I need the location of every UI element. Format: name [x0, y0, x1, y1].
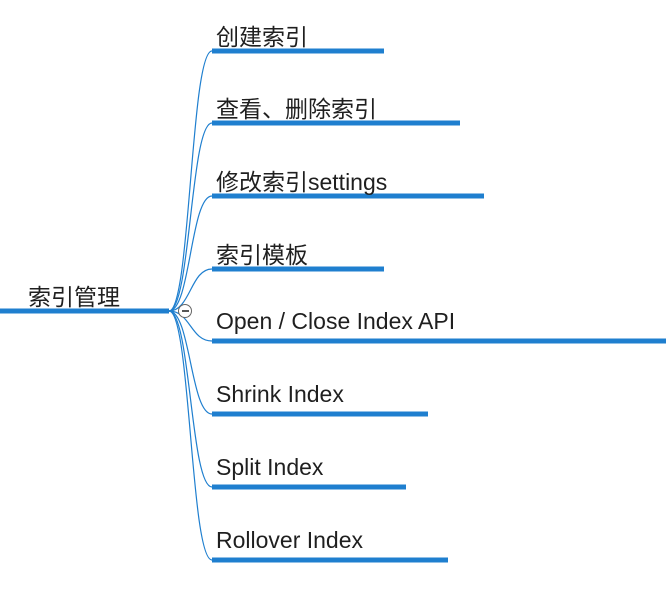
- child-label: 索引模板: [216, 242, 308, 268]
- child-node-7: Rollover Index: [216, 527, 363, 554]
- child-node-2: 修改索引settings: [216, 163, 387, 197]
- child-node-1: 查看、删除索引: [216, 90, 377, 124]
- child-node-0: 创建索引: [216, 18, 308, 52]
- child-label: Open / Close Index API: [216, 308, 455, 334]
- child-label: Rollover Index: [216, 527, 363, 553]
- child-label: 查看、删除索引: [216, 96, 377, 122]
- child-node-5: Shrink Index: [216, 381, 344, 408]
- child-label: Split Index: [216, 454, 323, 480]
- collapse-icon[interactable]: [178, 304, 192, 318]
- child-node-6: Split Index: [216, 454, 323, 481]
- root-node: 索引管理: [28, 278, 120, 312]
- child-node-4: Open / Close Index API: [216, 308, 455, 335]
- child-label: Shrink Index: [216, 381, 344, 407]
- root-label: 索引管理: [28, 284, 120, 310]
- child-node-3: 索引模板: [216, 236, 308, 270]
- child-label: 修改索引settings: [216, 169, 387, 195]
- child-label: 创建索引: [216, 24, 308, 50]
